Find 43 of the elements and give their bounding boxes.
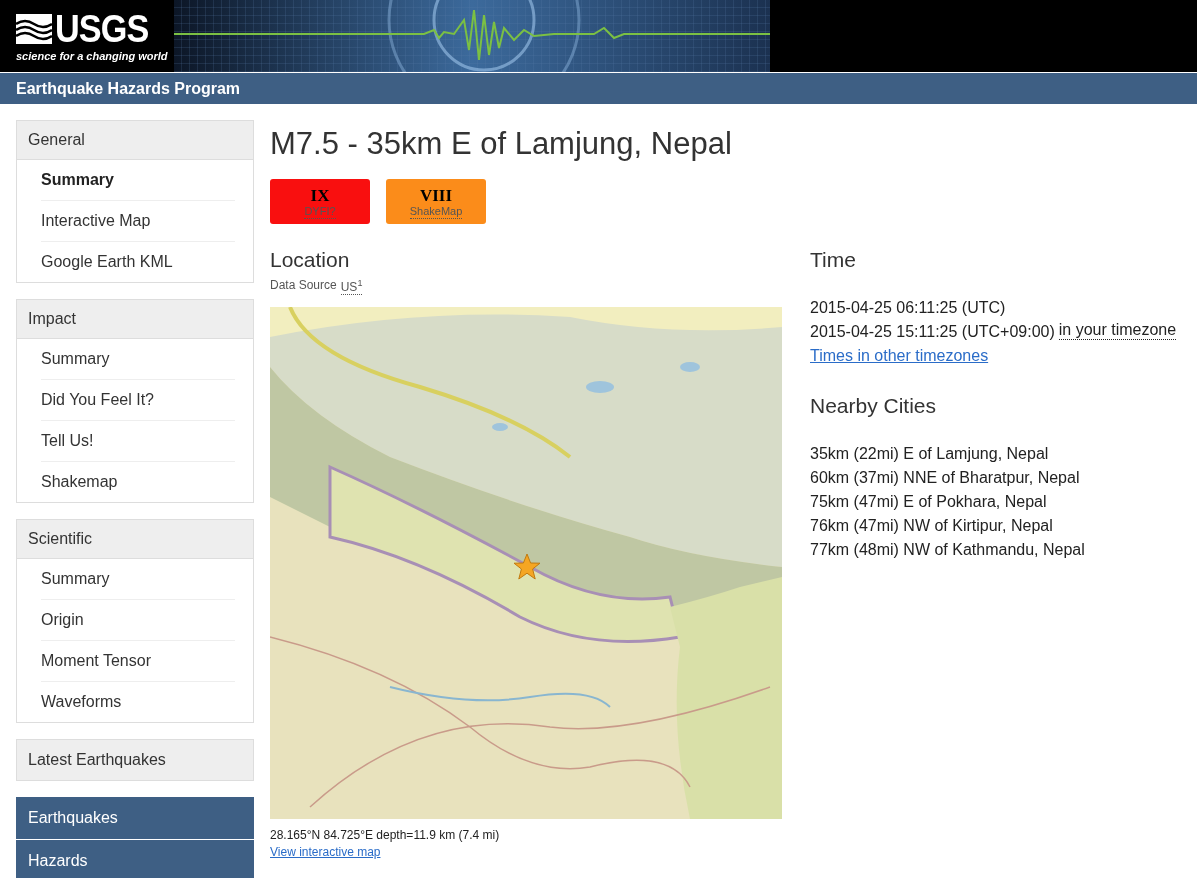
intensity-badge[interactable]: VIII ShakeMap <box>386 179 486 224</box>
epicenter-star-icon <box>513 553 541 581</box>
nav-item[interactable]: Summary <box>41 160 235 200</box>
intensity-value: IX <box>310 186 330 205</box>
other-timezones-link[interactable]: Times in other timezones <box>810 347 989 364</box>
data-source-link[interactable]: US$^{1}$ <box>340 278 363 295</box>
nav-item[interactable]: Summary <box>41 559 235 599</box>
wave-icon <box>16 14 52 44</box>
nearby-city: 60km (37mi) NNE of Bharatpur, Nepal <box>810 468 1081 488</box>
nav-item[interactable]: Tell Us! <box>41 420 235 461</box>
nav-item[interactable]: Waveforms <box>41 681 235 722</box>
section-heading: Location <box>270 248 351 272</box>
section-heading: Time <box>810 248 857 272</box>
nav-item[interactable]: Origin <box>41 599 235 640</box>
intensity-badge[interactable]: IX DYFI? <box>270 179 370 224</box>
intensity-value: VIII <box>419 186 453 205</box>
timezone-note[interactable]: in your timezone <box>1058 320 1177 340</box>
nearby-city: 75km (47mi) E of Pokhara, Nepal <box>810 492 1048 512</box>
nearby-city: 35km (22mi) E of Lamjung, Nepal <box>810 444 1050 464</box>
coordinates-text: 28.165°N 84.725°E depth=11.9 km (7.4 mi) <box>270 828 501 842</box>
nearby-city: 76km (47mi) NW of Kirtipur, Nepal <box>810 516 1054 536</box>
site-nav-item[interactable]: Earthquakes <box>16 797 254 839</box>
utc-time: 2015-04-25 06:11:25 (UTC) <box>810 298 1007 318</box>
nav-item[interactable]: Moment Tensor <box>41 640 235 681</box>
nearby-city: 77km (48mi) NW of Kathmandu, Nepal <box>810 540 1086 560</box>
site-nav-item[interactable]: Hazards <box>16 840 254 878</box>
data-source-label: Data Source <box>270 278 337 294</box>
local-time: 2015-04-25 15:11:25 (UTC+09:00) <box>810 322 1055 342</box>
interactive-map-link[interactable]: View interactive map <box>270 845 381 859</box>
nav-item[interactable]: Google Earth KML <box>41 241 235 282</box>
event-title: M7.5 - 35km E of Lamjung, Nepal <box>270 126 733 162</box>
section-heading: Nearby Cities <box>810 394 938 418</box>
tagline: science for a changing world <box>16 50 168 62</box>
nav-item[interactable]: Shakemap <box>41 461 235 502</box>
program-title[interactable]: Earthquake Hazards Program <box>16 79 241 98</box>
nav-item[interactable]: Interactive Map <box>41 200 235 241</box>
nav-group-header: General <box>17 121 253 160</box>
latest-earthquakes-link[interactable]: Latest Earthquakes <box>16 739 254 781</box>
nav-group-header: Impact <box>17 300 253 339</box>
nav-item[interactable]: Did You Feel It? <box>41 379 235 420</box>
usgs-logo[interactable]: USGS <box>55 10 149 48</box>
nav-item[interactable]: Summary <box>41 339 235 379</box>
nav-group-header: Scientific <box>17 520 253 559</box>
